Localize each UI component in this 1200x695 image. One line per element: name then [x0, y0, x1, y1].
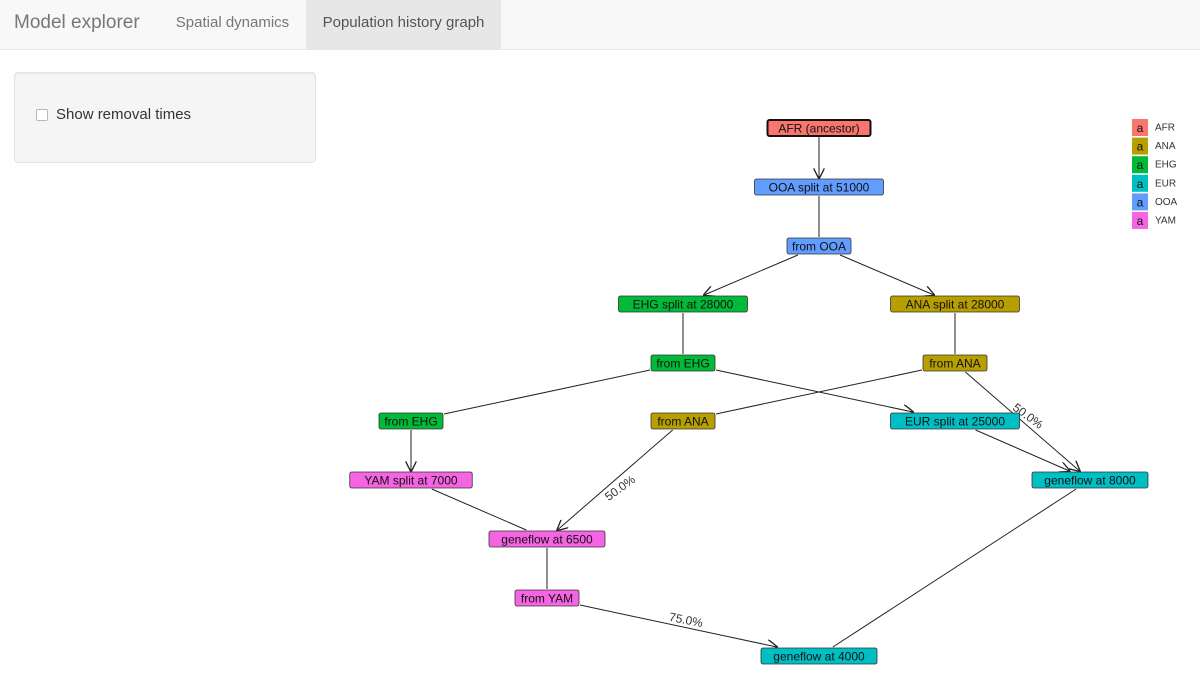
node-label: YAM split at 7000 [364, 474, 457, 488]
graph-node-gf-8000: geneflow at 8000 [1031, 471, 1149, 489]
node-label: from EHG [384, 415, 437, 429]
edge-weight-label: 75.0% [668, 610, 704, 630]
graph-node-from-ana-1: from ANA [922, 354, 988, 372]
legend-label-eur: EUR [1155, 178, 1176, 189]
node-label: EHG split at 28000 [633, 298, 734, 312]
graph-node-from-ehg-2: from EHG [378, 412, 444, 430]
population-history-graph: 50.0%50.0%75.0% AFR (ancestor)OOA split … [349, 119, 1178, 665]
graph-node-gf-6500: geneflow at 6500 [488, 530, 606, 548]
legend-key-glyph: a [1137, 158, 1144, 172]
graph-node-gf-4000: geneflow at 4000 [760, 647, 878, 665]
legend-label-ehg: EHG [1155, 160, 1177, 171]
node-label: geneflow at 8000 [1044, 474, 1136, 488]
legend-key-glyph: a [1137, 121, 1144, 135]
legend-label-afr: AFR [1155, 123, 1175, 134]
graph-node-yam-split: YAM split at 7000 [349, 471, 473, 489]
legend-key-glyph: a [1137, 214, 1144, 228]
node-label: from ANA [929, 357, 980, 371]
graph-node-from-ana-2: from ANA [650, 412, 716, 430]
graph-node-afr: AFR (ancestor) [766, 119, 872, 137]
legend-key-glyph: a [1137, 140, 1144, 154]
graph-edge [443, 369, 651, 415]
graph-node-eur-split: EUR split at 25000 [890, 412, 1020, 430]
graph-node-from-yam: from YAM [514, 589, 580, 607]
node-label: geneflow at 4000 [773, 650, 865, 664]
node-label: ANA split at 28000 [906, 298, 1005, 312]
graph-node-ooa-split: OOA split at 51000 [754, 178, 884, 196]
graph-node-ana-split: ANA split at 28000 [890, 295, 1020, 313]
graph-node-ehg-split: EHG split at 28000 [618, 295, 748, 313]
node-label: from ANA [657, 415, 708, 429]
legend-label-ooa: OOA [1155, 197, 1178, 208]
legend-key-glyph: a [1137, 195, 1144, 209]
graph-edge [557, 429, 673, 530]
edge-weight-label: 50.0% [602, 472, 638, 504]
legend-label-ana: ANA [1155, 141, 1176, 152]
graph-legend: a AFR a ANA a EHG a EUR a OOA a YAM [1132, 119, 1178, 229]
node-label: from OOA [792, 240, 846, 254]
graph-edge [839, 254, 934, 295]
node-label: EUR split at 25000 [905, 415, 1005, 429]
node-label: geneflow at 6500 [501, 533, 593, 547]
node-label: from YAM [521, 592, 573, 606]
node-label: AFR (ancestor) [778, 122, 859, 136]
node-label: OOA split at 51000 [769, 181, 870, 195]
graph-edge [704, 254, 799, 295]
graph-node-from-ooa: from OOA [786, 237, 852, 255]
legend-key-glyph: a [1137, 177, 1144, 191]
graph-edge [832, 488, 1077, 648]
node-label: from EHG [656, 357, 709, 371]
graph-node-from-ehg-1: from EHG [650, 354, 716, 372]
graph-edge [431, 488, 527, 531]
graph-edge [715, 369, 913, 412]
legend-label-yam: YAM [1155, 216, 1176, 227]
